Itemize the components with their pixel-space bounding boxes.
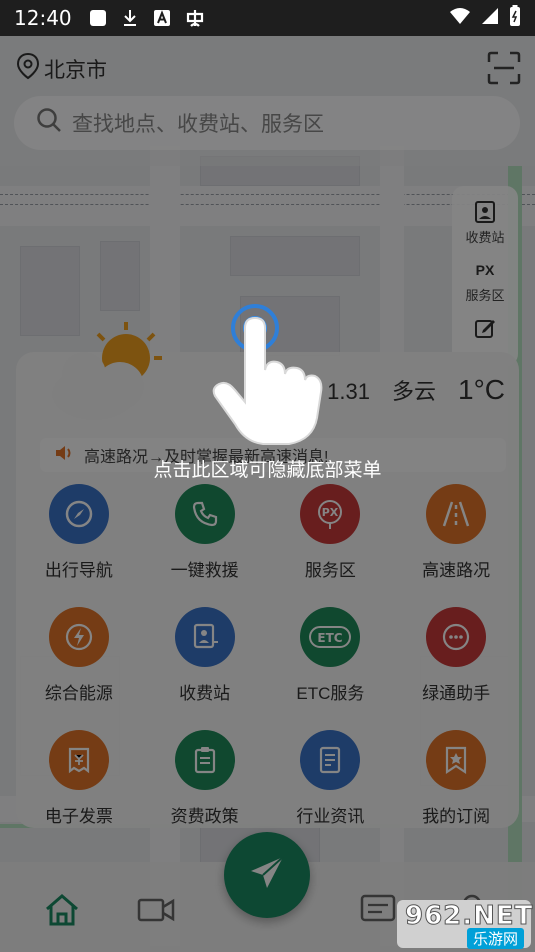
app-a-icon bbox=[152, 8, 172, 28]
notification-square-icon bbox=[88, 8, 108, 28]
tutorial-overlay[interactable] bbox=[0, 36, 535, 952]
bug-icon bbox=[184, 8, 204, 28]
hint-text: 点击此区域可隐藏底部菜单 bbox=[153, 460, 382, 481]
battery-icon bbox=[509, 4, 521, 32]
tap-hand-icon bbox=[205, 300, 335, 450]
app-screen: 12:40 北京市 查找地点、收费站、服务区 收费站 PX 服务区 1.31 多… bbox=[0, 0, 535, 952]
status-bar: 12:40 bbox=[0, 0, 535, 36]
wifi-icon bbox=[449, 7, 471, 30]
watermark-subtitle: 乐游网 bbox=[467, 928, 525, 949]
watermark-logo: 962.NET 乐游网 bbox=[397, 900, 534, 949]
download-icon bbox=[120, 8, 140, 28]
status-time: 12:40 bbox=[14, 6, 72, 30]
watermark-brand: 962.NET bbox=[404, 901, 534, 932]
signal-icon bbox=[481, 7, 499, 30]
